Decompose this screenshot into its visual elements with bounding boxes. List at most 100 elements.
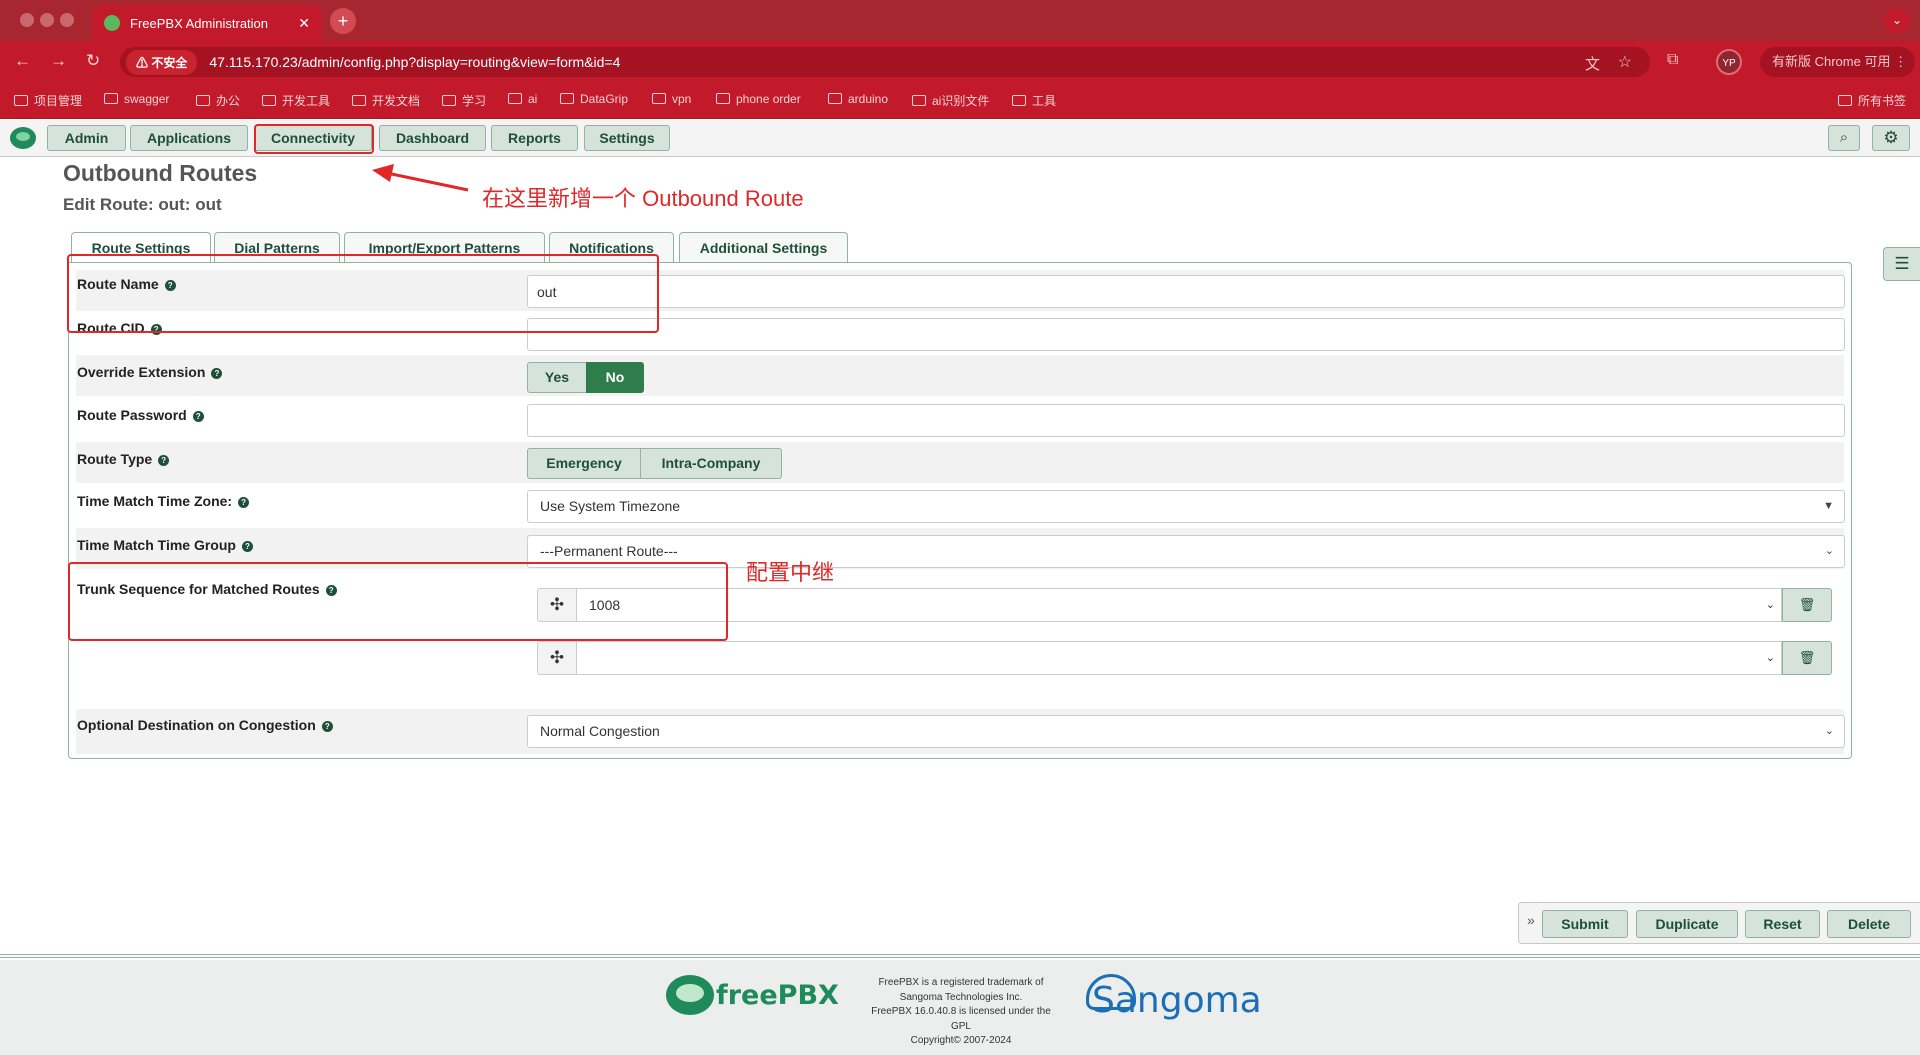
bookmark-folder[interactable]: 工具 [1012, 92, 1056, 109]
delete-button[interactable]: Delete [1827, 910, 1911, 938]
url-text[interactable]: 47.115.170.23/admin/config.php?display=r… [209, 54, 620, 70]
footer-legal-line: Copyright© 2007-2024 [910, 1035, 1012, 1046]
bookmark-folder[interactable]: swagger [104, 92, 169, 106]
chevron-down-icon: ⌄ [1765, 599, 1775, 611]
insecure-warning-chip[interactable]: ⚠ 不安全 [126, 49, 198, 75]
translate-icon[interactable]: 文 [1585, 53, 1600, 74]
bookmark-folder[interactable]: phone order [716, 92, 801, 106]
extensions-icon[interactable]: ⧉ [1667, 51, 1678, 69]
footer: freePBX FreePBX is a registered trademar… [0, 960, 1920, 1055]
route-password-input[interactable] [527, 404, 1845, 437]
browser-tab[interactable]: FreePBX Administration ✕ [92, 5, 322, 41]
window-close-control[interactable] [20, 13, 34, 27]
route-password-label: Route Password? [77, 407, 204, 423]
annotation-box-connectivity [254, 124, 374, 154]
menu-applications[interactable]: Applications [130, 125, 248, 151]
footer-legal-line: Sangoma Technologies Inc. [899, 991, 1023, 1003]
chrome-update-label: 有新版 Chrome 可用 [1772, 54, 1891, 69]
bookmark-folder[interactable]: 项目管理 [14, 92, 82, 109]
browser-tab-title: FreePBX Administration [130, 15, 269, 31]
footer-divider [0, 954, 1920, 958]
bookmark-folder[interactable]: ai [508, 92, 537, 106]
congestion-label: Optional Destination on Congestion? [77, 717, 333, 733]
tab-search-button[interactable]: ⌄ [1884, 8, 1910, 34]
back-arrow-icon[interactable]: ← [14, 51, 31, 71]
tab-additional-settings[interactable]: Additional Settings [679, 232, 848, 262]
reset-button[interactable]: Reset [1745, 910, 1820, 938]
trunk-select[interactable]: ⌄ [577, 641, 1782, 675]
search-icon[interactable]: ⌕ [1828, 125, 1860, 151]
help-icon[interactable]: ? [241, 541, 253, 552]
chevron-down-icon: ⌄ [1765, 652, 1775, 664]
help-icon[interactable]: ? [192, 411, 204, 422]
footer-legal-line: FreePBX 16.0.40.8 is licensed under the [871, 1006, 1051, 1017]
submit-button[interactable]: Submit [1542, 910, 1628, 938]
list-view-icon[interactable]: ☰ [1883, 247, 1920, 281]
footer-legal-line: GPL [950, 1020, 971, 1032]
congestion-label-text: Optional Destination on Congestion [77, 717, 316, 733]
menu-reports[interactable]: Reports [491, 125, 578, 151]
time-group-label: Time Match Time Group? [77, 537, 253, 553]
bookmark-star-icon[interactable]: ☆ [1618, 52, 1632, 72]
override-yes-button[interactable]: Yes [527, 362, 587, 393]
trunk-select[interactable]: 1008 ⌄ [577, 588, 1782, 622]
timezone-label-text: Time Match Time Zone: [77, 493, 233, 509]
timezone-label: Time Match Time Zone:? [77, 493, 250, 509]
freepbx-footer-logo-icon[interactable] [666, 975, 714, 1015]
chevron-down-icon: ⌄ [1824, 545, 1834, 557]
menu-dashboard[interactable]: Dashboard [379, 125, 486, 151]
window-minimize-control[interactable] [40, 13, 54, 27]
bookmark-folder[interactable]: DataGrip [560, 92, 628, 106]
bookmark-folder[interactable]: 办公 [196, 92, 240, 109]
menu-admin[interactable]: Admin [47, 125, 126, 151]
menu-settings[interactable]: Settings [584, 125, 670, 151]
timezone-select[interactable]: Use System Timezone ▼ [527, 490, 1845, 523]
forward-arrow-icon[interactable]: → [50, 51, 67, 71]
route-name-input[interactable] [527, 275, 1845, 308]
browser-tab-strip: FreePBX Administration ✕ + ⌄ [0, 0, 1920, 41]
bookmark-folder[interactable]: arduino [828, 92, 888, 106]
bookmark-folder[interactable]: 开发文档 [352, 92, 420, 109]
help-icon[interactable]: ? [321, 721, 333, 732]
congestion-select[interactable]: Normal Congestion ⌄ [527, 715, 1845, 748]
annotation-note-connectivity: 在这里新增一个 Outbound Route [482, 186, 804, 211]
route-type-intra-company-button[interactable]: Intra-Company [640, 448, 782, 479]
annotation-box-route-name [67, 254, 659, 333]
footer-legal-text: FreePBX is a registered trademark of San… [864, 976, 1058, 1049]
bookmark-folder[interactable]: 开发工具 [262, 92, 330, 109]
override-no-button[interactable]: No [586, 362, 644, 393]
chrome-update-button[interactable]: 有新版 Chrome 可用 ⋮ [1760, 47, 1915, 77]
expand-action-bar-icon[interactable]: » [1527, 912, 1535, 928]
bookmark-folder[interactable]: vpn [652, 92, 691, 106]
row-override-extension [76, 355, 1844, 396]
tab-close-icon[interactable]: ✕ [298, 15, 310, 32]
gear-icon[interactable]: ⚙ [1872, 125, 1910, 151]
sangoma-logo[interactable]: Sangoma [1092, 980, 1262, 1021]
freepbx-footer-wordmark[interactable]: freePBX [716, 980, 839, 1011]
route-type-emergency-button[interactable]: Emergency [527, 448, 641, 479]
route-cid-input[interactable] [527, 318, 1845, 351]
bookmark-folder[interactable]: ai识别文件 [912, 92, 989, 109]
new-tab-button[interactable]: + [330, 8, 356, 34]
annotation-box-trunk-sequence [68, 562, 728, 641]
profile-avatar[interactable]: YP [1716, 49, 1742, 75]
drag-handle-icon[interactable]: ✣ [537, 641, 577, 675]
action-bar: » Submit Duplicate Reset Delete [1518, 902, 1920, 944]
reload-icon[interactable]: ↻ [86, 51, 100, 71]
duplicate-button[interactable]: Duplicate [1636, 910, 1738, 938]
bookmark-folder[interactable]: 学习 [442, 92, 486, 109]
congestion-select-value: Normal Congestion [540, 723, 660, 739]
dropdown-caret-icon: ▼ [1823, 500, 1834, 512]
address-bar[interactable]: ⚠ 不安全 47.115.170.23/admin/config.php?dis… [120, 47, 1650, 77]
trash-icon[interactable]: 🗑 [1782, 641, 1832, 675]
window-zoom-control[interactable] [60, 13, 74, 27]
help-icon[interactable]: ? [238, 497, 250, 508]
help-icon[interactable]: ? [211, 368, 223, 379]
override-extension-label: Override Extension? [77, 364, 223, 380]
freepbx-logo-icon[interactable] [10, 127, 36, 149]
all-bookmarks-folder[interactable]: 所有书签 [1838, 92, 1906, 109]
trash-icon[interactable]: 🗑 [1782, 588, 1832, 622]
annotation-arrow-icon [372, 164, 469, 192]
freepbx-favicon-icon [104, 15, 120, 31]
help-icon[interactable]: ? [158, 455, 170, 466]
